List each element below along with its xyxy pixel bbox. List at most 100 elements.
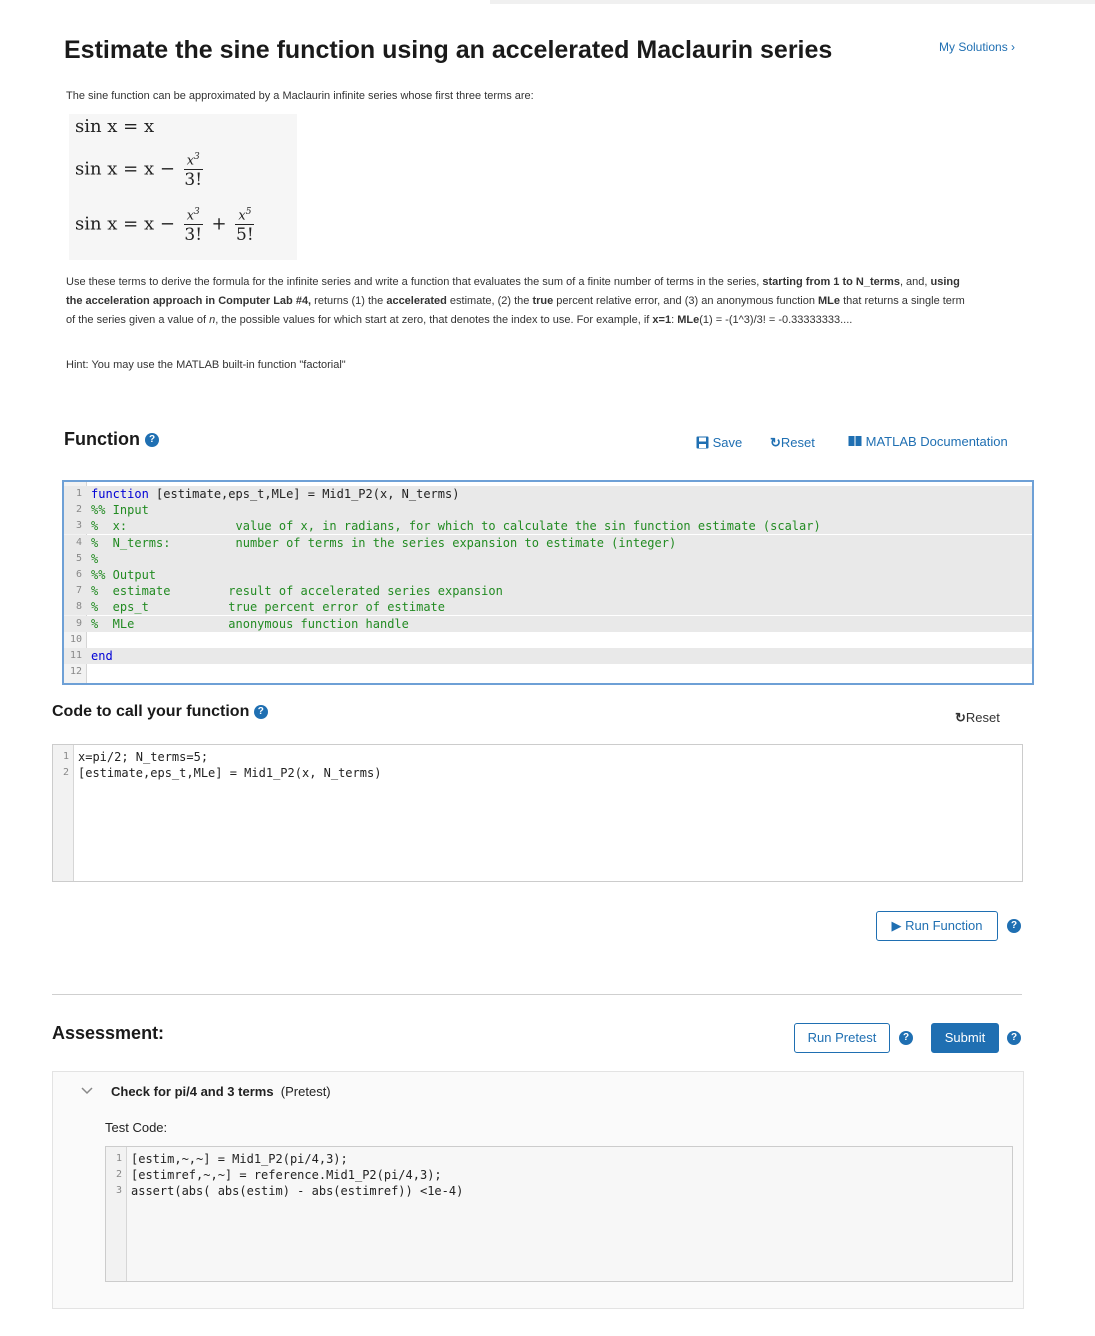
line-number: 3	[75, 520, 82, 532]
math-line-3: sin x = x − x3 3! + x5 5!	[75, 204, 257, 245]
description-run: (1) = -(1^3)/3! = -0.33333333....	[699, 314, 853, 326]
code-line: 8 % eps_t true percent error of estimate	[64, 599, 1032, 616]
code-text: % estimate result of accelerated series …	[91, 584, 503, 599]
reset-icon: ↻	[955, 710, 966, 725]
code-text: x=pi/2; N_terms=5;	[78, 750, 209, 764]
line-number: 10	[69, 633, 82, 645]
math-lhs: sin x = x	[75, 116, 155, 137]
matlab-documentation-link[interactable]: MATLAB Documentation	[848, 434, 1008, 449]
help-icon[interactable]: ?	[1007, 1031, 1021, 1045]
code-line: 9 % MLe anonymous function handle	[64, 615, 1032, 632]
divider	[52, 994, 1022, 995]
description-run: Use these terms to derive the formula fo…	[66, 276, 763, 288]
function-code-editor[interactable]: 1 function [estimate,eps_t,MLe] = Mid1_P2…	[62, 480, 1034, 685]
description-run: percent relative error, and (3) an anony…	[553, 295, 819, 307]
hint-text: Hint: You may use the MATLAB built-in fu…	[66, 359, 346, 371]
function-section-title: Function ?	[64, 429, 159, 450]
help-icon[interactable]: ?	[899, 1031, 913, 1045]
line-number: 1	[75, 488, 82, 499]
maclaurin-terms: sin x = x sin x = x − x3 3! sin x = x − …	[69, 114, 297, 260]
line-number: 2	[115, 1169, 122, 1181]
code-line: 2 [estimref,~,~] = reference.Mid1_P2(pi/4…	[106, 1167, 1012, 1183]
code-text: %	[91, 551, 99, 566]
help-icon[interactable]: ?	[1007, 919, 1021, 933]
line-number: 1	[62, 751, 69, 762]
description-run: MLe	[677, 314, 700, 326]
description-body: Use these terms to derive the formula fo…	[66, 273, 971, 330]
assessment-title: Assessment:	[52, 1023, 165, 1043]
code-line: 11 end	[64, 648, 1032, 664]
description-run: x=1	[652, 314, 672, 326]
description-run: estimate, (2) the	[446, 295, 533, 307]
code-line: 3 assert(abs( abs(estim) - abs(estimref))…	[106, 1183, 1012, 1199]
help-icon[interactable]: ?	[145, 433, 159, 448]
call-reset-button[interactable]: ↻Reset	[955, 710, 1000, 726]
line-number: 2	[75, 504, 82, 516]
description-run: true	[532, 295, 554, 307]
submit-button[interactable]: Submit	[931, 1023, 999, 1053]
test-name: Check for pi/4 and 3 terms	[111, 1084, 274, 1099]
code-text: %% Output	[91, 568, 157, 582]
code-text: function [estimate,eps_t,MLe] = Mid1_P2(…	[91, 487, 460, 501]
line-number: 4	[75, 536, 82, 548]
line-number: 9	[75, 617, 82, 629]
line-number: 8	[75, 601, 82, 613]
line-number: 11	[69, 650, 82, 661]
line-number: 5	[75, 552, 82, 564]
code-line: 6 %% Output	[64, 567, 1032, 583]
description-run: starting from 1 to N_terms	[762, 276, 900, 288]
test-panel: Check for pi/4 and 3 terms (Pretest) Tes…	[52, 1071, 1024, 1309]
description-run: accelerated	[386, 295, 447, 307]
math-lhs: sin x = x	[75, 158, 155, 180]
test-header[interactable]: Check for pi/4 and 3 terms (Pretest)	[111, 1084, 331, 1099]
reset-icon: ↻	[770, 435, 781, 450]
code-line: 4 % N_terms: number of terms in the serie…	[64, 534, 1032, 551]
code-text: end	[91, 649, 113, 663]
fraction-x5-5fact: x5 5!	[235, 204, 255, 245]
math-line-1: sin x = x	[75, 116, 154, 137]
math-lhs: sin x = x	[75, 213, 155, 235]
description-run: MLe	[818, 295, 841, 307]
line-number: 7	[75, 585, 82, 597]
code-text: assert(abs( abs(estim) - abs(estimref)) …	[131, 1184, 464, 1199]
save-button[interactable]: Save	[696, 435, 742, 450]
test-tag: (Pretest)	[280, 1084, 331, 1099]
chevron-down-icon[interactable]	[81, 1083, 93, 1098]
code-line: 12	[64, 664, 1032, 680]
description-run: , and,	[899, 276, 931, 288]
line-number: 2	[62, 767, 69, 779]
line-number: 12	[69, 666, 82, 678]
run-pretest-button[interactable]: Run Pretest	[794, 1023, 890, 1053]
test-code-viewer: 1 [estim,~,~] = Mid1_P2(pi/4,3); 2 [estimre…	[105, 1146, 1013, 1282]
code-text: % MLe anonymous function handle	[91, 616, 409, 631]
code-line: 5%	[64, 550, 1032, 567]
page-title: Estimate the sine function using an acce…	[64, 36, 833, 64]
description-run: , the possible values for which start at…	[215, 314, 653, 326]
test-code-label: Test Code:	[105, 1120, 168, 1135]
call-section-title: Code to call your function ?	[52, 703, 268, 721]
code-text: [estimate,eps_t,MLe] = Mid1_P2(x, N_term…	[78, 766, 382, 781]
fraction-x3-3fact: x3 3!	[183, 149, 203, 190]
code-line: 2 %% Input	[64, 502, 1032, 519]
my-solutions-link[interactable]: My Solutions ›	[939, 40, 1015, 54]
code-line: 7 % estimate result of accelerated series…	[64, 583, 1032, 600]
help-icon[interactable]: ?	[253, 704, 268, 719]
code-text: %% Input	[91, 503, 149, 518]
call-code-editor[interactable]: 1 x=pi/2; N_terms=5; 2 [estimate,eps_t,MLe]…	[52, 744, 1023, 882]
run-function-button[interactable]: ▶ Run Function	[876, 911, 998, 941]
top-bar	[490, 0, 1095, 4]
intro-text: The sine function can be approximated by…	[66, 90, 534, 102]
code-line: 1 [estim,~,~] = Mid1_P2(pi/4,3);	[106, 1151, 1012, 1167]
code-line: 10	[64, 632, 1032, 648]
save-icon	[696, 436, 709, 449]
math-line-2: sin x = x − x3 3!	[75, 149, 206, 190]
book-icon	[848, 436, 862, 446]
code-line: 1 x=pi/2; N_terms=5;	[53, 749, 1022, 765]
code-text: [estimref,~,~] = reference.Mid1_P2(pi/4,…	[131, 1168, 442, 1183]
code-line: 3 % x: value of x, in radians, for which …	[64, 518, 1032, 535]
reset-button[interactable]: ↻Reset	[770, 435, 815, 451]
code-text: % x: value of x, in radians, for which t…	[91, 519, 821, 534]
line-number: 6	[75, 569, 82, 580]
code-line: 1 function [estimate,eps_t,MLe] = Mid1_P2…	[64, 486, 1032, 502]
line-number: 3	[115, 1185, 122, 1197]
